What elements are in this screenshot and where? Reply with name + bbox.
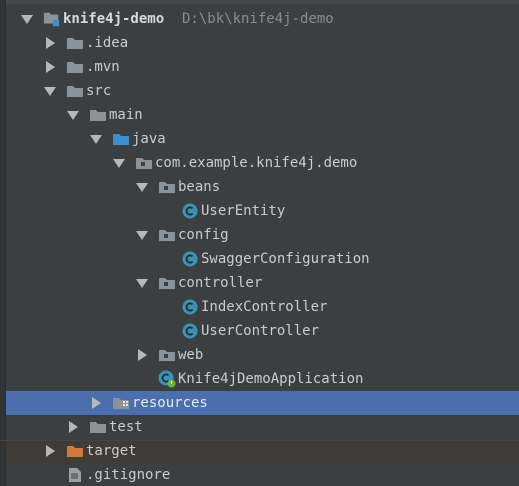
tree-row-knife4jdemoapplication[interactable]: Knife4jDemoApplication [6,367,519,391]
tree-item-label: test [109,419,143,435]
tree-item-label: beans [178,179,221,195]
tree-row-idea[interactable]: .idea [6,31,519,55]
tree-row-indexcontroller[interactable]: IndexController [6,295,519,319]
expand-arrow-down-icon[interactable] [136,271,148,295]
tree-item-label: web [178,347,204,363]
tree-row-target[interactable]: target [6,439,519,463]
collapse-arrow-right-icon[interactable] [136,343,148,367]
folder-icon [66,79,84,103]
tree-row-test[interactable]: test [6,415,519,439]
project-path: D:\bk\knife4j-demo [182,11,334,27]
package-icon [158,271,176,295]
expand-arrow-down-icon[interactable] [113,151,125,175]
tree-item-label: .gitignore [86,467,171,483]
file-icon [66,463,84,486]
source-folder-icon [112,127,130,151]
tree-item-label: .idea [86,35,129,51]
tree-item-label: IndexController [201,299,328,315]
collapse-arrow-right-icon[interactable] [90,391,102,415]
package-icon [158,223,176,247]
module-folder-icon [43,7,61,31]
tree-row-controller[interactable]: controller [6,271,519,295]
tree-row-resources[interactable]: resources [6,391,519,415]
tree-item-label: SwaggerConfiguration [201,251,370,267]
tree-item-label: UserController [201,323,320,339]
collapse-arrow-right-icon[interactable] [67,415,79,439]
collapse-arrow-right-icon[interactable] [44,439,56,463]
tree-item-label: resources [132,395,208,411]
tree-item-label: main [109,107,143,123]
class-icon [181,199,199,223]
tree-row-src[interactable]: src [6,79,519,103]
tree-item-label: java [132,131,166,147]
folder-icon [66,31,84,55]
expand-arrow-down-icon[interactable] [21,7,33,31]
tree-row-swaggerconfiguration[interactable]: SwaggerConfiguration [6,247,519,271]
expand-arrow-down-icon[interactable] [136,223,148,247]
project-tree-panel: knife4j-demo D:\bk\knife4j-demo .idea .mvn s… [0,0,519,486]
panel-top-edge [0,0,519,4]
class-icon [181,295,199,319]
tree-item-label: com.example.knife4j.demo [155,155,358,171]
expand-arrow-down-icon[interactable] [90,127,102,151]
tree-row-usercontroller[interactable]: UserController [6,319,519,343]
tree-row-gitignore[interactable]: .gitignore [6,463,519,486]
tree-item-label: UserEntity [201,203,286,219]
tree-row-config[interactable]: config [6,223,519,247]
folder-icon [89,415,107,439]
expand-arrow-down-icon[interactable] [44,79,56,103]
tree-row-userentity[interactable]: UserEntity [6,199,519,223]
divider [0,440,519,441]
class-icon [181,247,199,271]
tree-item-label: config [178,227,229,243]
resources-folder-icon [112,391,130,415]
tree-item-label: target [86,443,137,459]
package-icon [158,343,176,367]
tree-item-label: controller [178,275,263,291]
collapse-arrow-right-icon[interactable] [44,31,56,55]
tree-row-knife4j-demo[interactable]: knife4j-demo D:\bk\knife4j-demo [6,7,519,31]
tree-row-web[interactable]: web [6,343,519,367]
expand-arrow-down-icon[interactable] [67,103,79,127]
package-icon [135,151,153,175]
tree-item-label: src [86,83,112,99]
tree-row-com-example-knife4j-demo[interactable]: com.example.knife4j.demo [6,151,519,175]
tree-item-label: knife4j-demo [63,11,165,27]
spring-boot-class-icon [158,367,176,391]
expand-arrow-down-icon[interactable] [136,175,148,199]
folder-icon [89,103,107,127]
tree-item-label: .mvn [86,59,120,75]
tree-row-main[interactable]: main [6,103,519,127]
folder-icon [66,55,84,79]
class-icon [181,319,199,343]
tree-row-mvn[interactable]: .mvn [6,55,519,79]
tree-row-beans[interactable]: beans [6,175,519,199]
package-icon [158,175,176,199]
tree-row-java[interactable]: java [6,127,519,151]
tree-item-label: Knife4jDemoApplication [178,371,364,387]
excluded-folder-icon [66,439,84,463]
collapse-arrow-right-icon[interactable] [44,55,56,79]
